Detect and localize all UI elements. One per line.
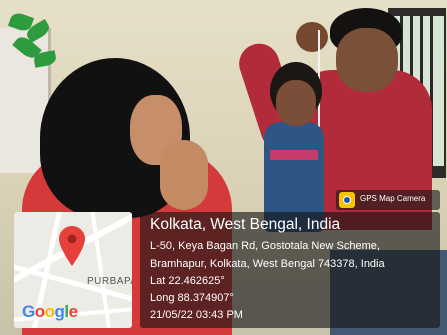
longitude-text: Long 88.374907° — [150, 292, 234, 304]
gps-camera-badge: GPS Map Camera — [336, 190, 440, 210]
city-title: Kolkata, West Bengal, India — [150, 216, 341, 233]
map-area-label: PURBAPA — [87, 276, 132, 287]
datetime-text: 21/05/22 03:43 PM — [150, 309, 243, 321]
map-thumbnail[interactable]: PURBAPA Google — [14, 212, 132, 328]
woman-arm — [160, 140, 208, 210]
man-face — [336, 28, 398, 92]
google-logo: Google — [22, 302, 78, 321]
map-pin-icon — [59, 226, 85, 266]
gps-camera-icon — [339, 192, 355, 208]
man-hand — [296, 22, 328, 52]
location-info-panel: Kolkata, West Bengal, India L-50, Keya B… — [140, 212, 440, 328]
address-line-1: L-50, Keya Bagan Rd, Gostotala New Schem… — [150, 240, 380, 252]
latitude-text: Lat 22.462625° — [150, 275, 225, 287]
badge-label: GPS Map Camera — [360, 194, 426, 203]
girl-face — [276, 80, 316, 126]
girl-dress-stripe — [270, 150, 318, 160]
address-line-2: Bramhapur, Kolkata, West Bengal 743378, … — [150, 258, 385, 270]
